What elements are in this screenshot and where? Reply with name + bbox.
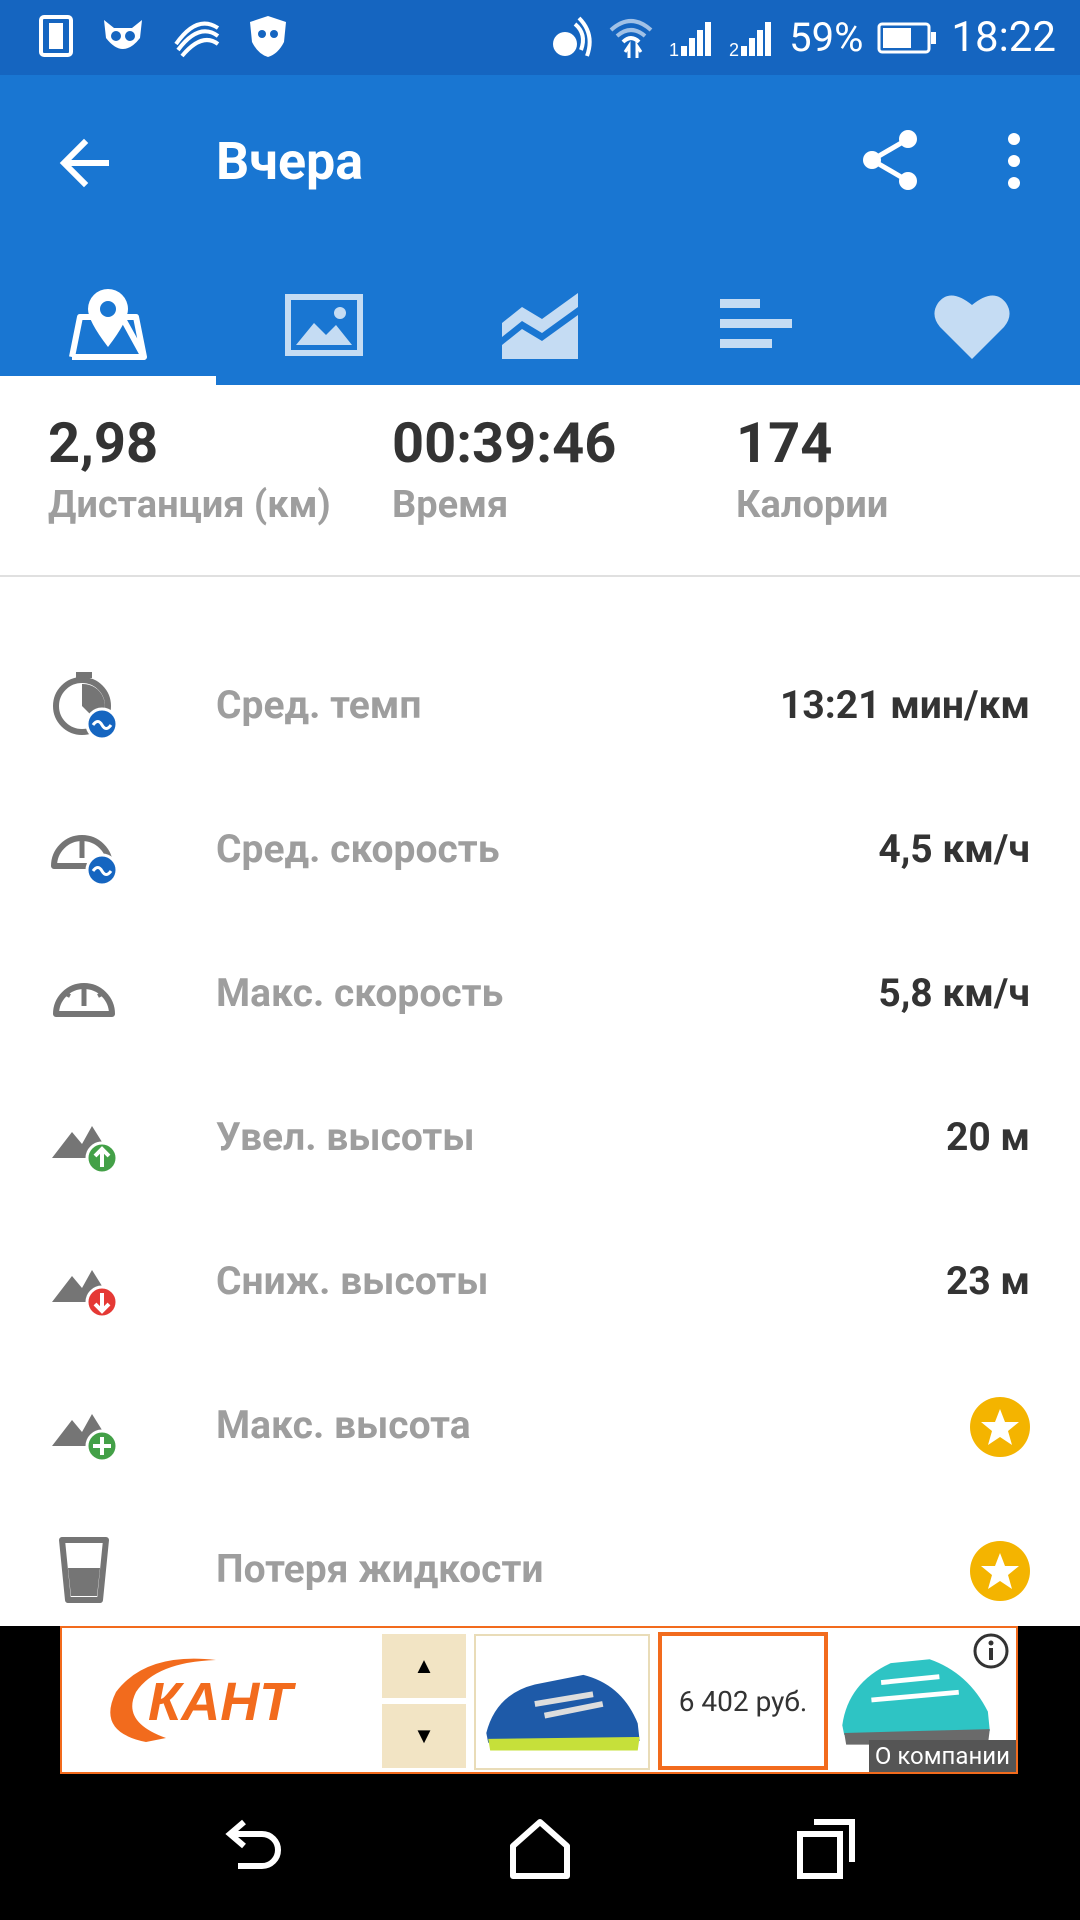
glass-icon xyxy=(59,1537,109,1603)
calories-value: 174 xyxy=(736,410,833,476)
tab-heart-rate[interactable] xyxy=(864,265,1080,385)
ad-price[interactable]: 6 402 руб. xyxy=(658,1632,828,1770)
page-title: Вчера xyxy=(216,131,364,192)
photo-icon xyxy=(285,294,363,356)
premium-star-icon[interactable] xyxy=(970,1397,1030,1457)
shoe-image xyxy=(486,1674,640,1751)
signal-sim2-icon: 2 xyxy=(729,22,772,58)
recent-apps-icon[interactable] xyxy=(792,1814,862,1884)
more-vert-icon[interactable] xyxy=(990,129,1038,193)
app-bar: Вчера xyxy=(0,75,1080,385)
svg-text:1: 1 xyxy=(669,40,679,58)
distance-metric: 2,98 Дистанция (км) xyxy=(48,407,331,531)
list-bars-icon xyxy=(720,299,792,348)
heart-icon xyxy=(934,295,1010,359)
calories-metric: 174 Калории xyxy=(736,407,888,531)
tab-charts[interactable] xyxy=(432,265,648,385)
stat-value: 23 м xyxy=(945,1258,1030,1304)
info-icon[interactable] xyxy=(972,1632,1010,1670)
stat-value: 5,8 км/ч xyxy=(878,970,1030,1016)
time-value: 00:39:46 xyxy=(392,410,617,476)
system-nav-bar xyxy=(0,1776,1080,1920)
stat-row-elevation-loss: Сниж. высоты 23 м xyxy=(0,1211,1080,1355)
stat-label: Потеря жидкости xyxy=(216,1546,544,1592)
arrow-back-icon[interactable] xyxy=(54,133,114,193)
kant-logo[interactable]: КАНТ xyxy=(86,1642,426,1758)
tab-bar xyxy=(0,265,1080,385)
tab-indicator xyxy=(0,376,216,385)
home-icon[interactable] xyxy=(505,1814,575,1884)
distance-label: Дистанция (км) xyxy=(48,483,331,527)
ad-banner: КАНТ ▲ ▼ 6 402 руб. О компании xyxy=(0,1626,1080,1776)
tab-photos[interactable] xyxy=(216,265,432,385)
stat-label: Сред. скорость xyxy=(216,826,500,872)
shield-icon xyxy=(250,16,286,57)
calories-label: Калории xyxy=(736,483,889,527)
battery-percent: 59% xyxy=(789,14,864,61)
speedometer-avg-icon xyxy=(51,835,119,886)
stat-row-avg-speed: Сред. скорость 4,5 км/ч xyxy=(0,779,1080,923)
stat-value: 13:21 мин/км xyxy=(780,682,1030,728)
stat-value: 20 м xyxy=(945,1114,1030,1160)
distance-value: 2,98 xyxy=(48,410,159,476)
ad-carousel-arrows: ▲ ▼ xyxy=(382,1634,466,1768)
elevation-gain-icon xyxy=(52,1126,119,1174)
elevation-loss-icon xyxy=(52,1270,119,1318)
stat-row-fluid-loss: Потеря жидкости xyxy=(0,1499,1080,1643)
time-metric: 00:39:46 Время xyxy=(392,407,616,531)
owl-icon xyxy=(104,20,142,49)
speedometer-icon xyxy=(53,983,115,1017)
stat-label: Макс. высота xyxy=(216,1402,471,1448)
wifi-icon xyxy=(609,19,653,58)
ad-up-button[interactable]: ▲ xyxy=(382,1634,466,1698)
ad-company-link[interactable]: О компании xyxy=(868,1740,1016,1772)
elevation-max-icon xyxy=(52,1414,119,1462)
summary-panel: 2,98 Дистанция (км) 00:39:46 Время 174 К… xyxy=(0,395,1080,575)
stat-label: Увел. высоты xyxy=(216,1114,475,1160)
time-label: Время xyxy=(392,483,509,527)
share-icon[interactable] xyxy=(858,127,924,193)
svg-text:2: 2 xyxy=(729,40,739,58)
divider xyxy=(0,575,1080,577)
ad-frame[interactable]: КАНТ ▲ ▼ 6 402 руб. О компании xyxy=(60,1626,1018,1774)
stopwatch-avg-icon xyxy=(53,672,119,741)
status-bar: 1 2 59% 18:22 xyxy=(0,0,1080,75)
swiftkey-icon xyxy=(174,21,220,58)
chart-icon xyxy=(502,293,578,359)
battery-icon xyxy=(877,22,937,54)
back-icon[interactable] xyxy=(218,1814,288,1884)
clock: 18:22 xyxy=(951,13,1056,62)
ad-down-button[interactable]: ▼ xyxy=(382,1704,466,1768)
map-pin-icon xyxy=(69,289,147,360)
stat-row-max-elevation: Макс. высота xyxy=(0,1355,1080,1499)
tab-map[interactable] xyxy=(0,265,216,385)
stat-value: 4,5 км/ч xyxy=(878,826,1030,872)
stat-label: Сниж. высоты xyxy=(216,1258,489,1304)
tab-details[interactable] xyxy=(648,265,864,385)
stat-row-avg-pace: Сред. темп 13:21 мин/км xyxy=(0,635,1080,779)
signal-sim1-icon: 1 xyxy=(669,22,712,58)
stat-row-elevation-gain: Увел. высоты 20 м xyxy=(0,1067,1080,1211)
stat-label: Макс. скорость xyxy=(216,970,504,1016)
nfc-icon xyxy=(553,16,592,57)
premium-star-icon[interactable] xyxy=(970,1541,1030,1601)
stat-label: Сред. темп xyxy=(216,682,422,728)
ad-product-shoe-blue[interactable] xyxy=(474,1634,650,1770)
stats-list: Сред. темп 13:21 мин/км Сред. скорость 4… xyxy=(0,635,1080,1643)
phone-icon xyxy=(39,15,73,57)
ad-brand: КАНТ xyxy=(148,1672,296,1732)
stat-row-max-speed: Макс. скорость 5,8 км/ч xyxy=(0,923,1080,1067)
